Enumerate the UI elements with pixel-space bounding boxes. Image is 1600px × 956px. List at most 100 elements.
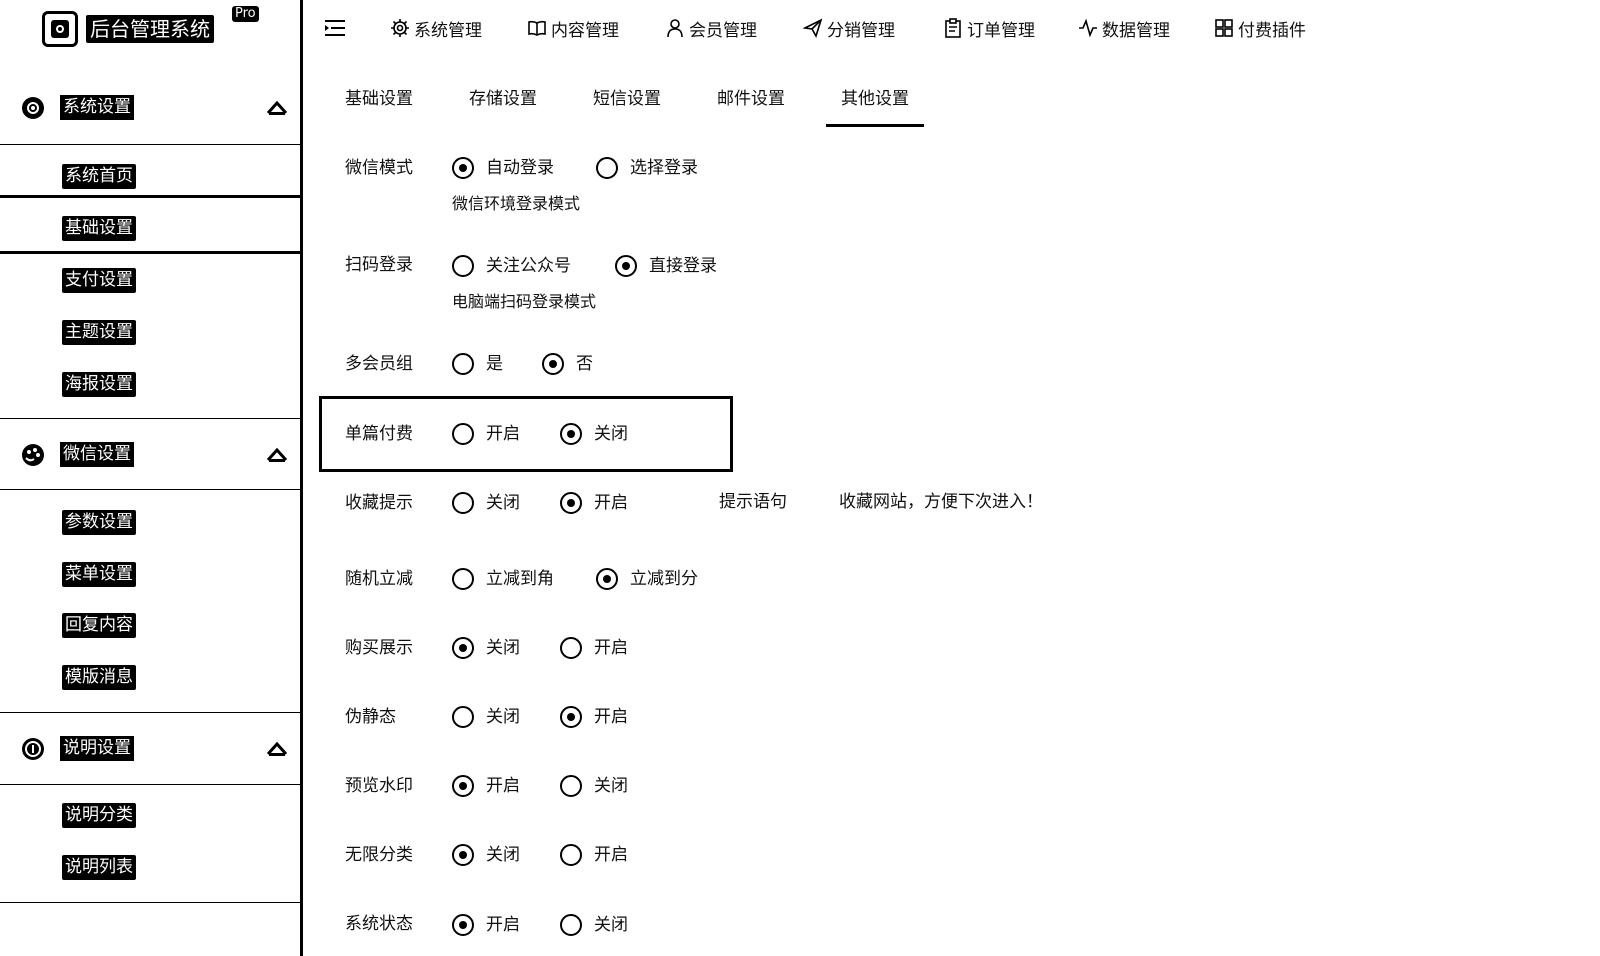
radio-unchecked-icon bbox=[452, 423, 474, 445]
radio-checked-icon bbox=[560, 706, 582, 728]
radio-checked-icon bbox=[452, 914, 474, 936]
sidebar-item-params[interactable]: 参数设置 bbox=[62, 510, 136, 535]
sidebar-group-wechat[interactable]: 微信设置 bbox=[0, 420, 300, 490]
tab-email[interactable]: 邮件设置 bbox=[717, 86, 785, 112]
fav-tip-text-value[interactable]: 收藏网站，方便下次进入！ bbox=[839, 490, 1043, 514]
nav-system-management[interactable]: 系统管理 bbox=[390, 14, 482, 42]
pro-badge: Pro bbox=[232, 6, 259, 22]
sidebar-item-basic-settings[interactable]: 基础设置 bbox=[62, 216, 136, 241]
multi-group-label: 多会员组 bbox=[345, 354, 413, 374]
sidebar: 后台管理系统 Pro 系统设置 系统首页 基础设置 支付设置 主题设置 海报设置… bbox=[0, 0, 303, 956]
radio-label: 开启 bbox=[486, 424, 520, 444]
multi-group-yes-radio[interactable]: 是 bbox=[452, 352, 503, 376]
sidebar-group-label: 微信设置 bbox=[60, 442, 134, 467]
nav-label: 付费插件 bbox=[1238, 20, 1306, 41]
radio-label: 关闭 bbox=[486, 707, 520, 727]
pseudo-static-on-radio[interactable]: 开启 bbox=[560, 705, 628, 729]
tab-storage[interactable]: 存储设置 bbox=[469, 86, 537, 112]
chevron-up-icon[interactable] bbox=[266, 98, 288, 118]
fav-tip-text-label: 提示语句 bbox=[719, 492, 787, 512]
random-discount-fen-radio[interactable]: 立减到分 bbox=[596, 567, 698, 591]
radio-label: 否 bbox=[576, 354, 593, 374]
nav-order-management[interactable]: 订单管理 bbox=[943, 14, 1035, 42]
tab-sms[interactable]: 短信设置 bbox=[593, 86, 661, 112]
nav-label: 数据管理 bbox=[1102, 20, 1170, 41]
radio-checked-icon bbox=[560, 492, 582, 514]
tab-other[interactable]: 其他设置 bbox=[841, 86, 909, 112]
radio-label: 立减到分 bbox=[630, 569, 698, 589]
fav-tip-label: 收藏提示 bbox=[345, 493, 413, 513]
purchase-display-on-radio[interactable]: 开启 bbox=[560, 636, 628, 660]
sidebar-group-instructions[interactable]: 说明设置 bbox=[0, 714, 300, 784]
tab-basic[interactable]: 基础设置 bbox=[345, 86, 413, 112]
radio-checked-icon bbox=[452, 775, 474, 797]
divider bbox=[0, 902, 300, 903]
menu-toggle-icon[interactable] bbox=[323, 16, 347, 40]
system-status-off-radio[interactable]: 关闭 bbox=[560, 913, 628, 937]
scan-login-follow-radio[interactable]: 关注公众号 bbox=[452, 254, 571, 278]
single-pay-on-radio[interactable]: 开启 bbox=[452, 422, 520, 446]
nav-member-management[interactable]: 会员管理 bbox=[665, 14, 757, 42]
pseudo-static-off-radio[interactable]: 关闭 bbox=[452, 705, 520, 729]
radio-unchecked-icon bbox=[560, 637, 582, 659]
radio-label: 关闭 bbox=[486, 493, 520, 513]
logo: 后台管理系统 bbox=[42, 8, 214, 50]
divider bbox=[0, 418, 300, 419]
random-discount-jiao-radio[interactable]: 立减到角 bbox=[452, 567, 554, 591]
radio-label: 直接登录 bbox=[649, 256, 717, 276]
sidebar-item-instruction-list[interactable]: 说明列表 bbox=[62, 855, 136, 880]
radio-unchecked-icon bbox=[452, 255, 474, 277]
sidebar-item-reply[interactable]: 回复内容 bbox=[62, 613, 136, 638]
system-status-on-radio[interactable]: 开启 bbox=[452, 913, 520, 937]
radio-checked-icon bbox=[452, 637, 474, 659]
active-item-indicator bbox=[0, 195, 300, 254]
nav-distribution-management[interactable]: 分销管理 bbox=[803, 14, 895, 42]
fav-tip-off-radio[interactable]: 关闭 bbox=[452, 491, 520, 515]
radio-checked-icon bbox=[596, 568, 618, 590]
sidebar-item-theme-settings[interactable]: 主题设置 bbox=[62, 320, 136, 345]
wechat-mode-select-radio[interactable]: 选择登录 bbox=[596, 156, 698, 180]
sidebar-item-payment-settings[interactable]: 支付设置 bbox=[62, 268, 136, 293]
gear-icon bbox=[391, 19, 409, 37]
single-pay-label: 单篇付费 bbox=[345, 424, 413, 444]
wechat-mode-auto-radio[interactable]: 自动登录 bbox=[452, 156, 554, 180]
radio-label: 是 bbox=[486, 354, 503, 374]
preview-watermark-off-radio[interactable]: 关闭 bbox=[560, 774, 628, 798]
system-status-label: 系统状态 bbox=[345, 914, 413, 934]
info-icon bbox=[22, 738, 44, 760]
chevron-up-icon[interactable] bbox=[266, 445, 288, 465]
sidebar-item-template-msg[interactable]: 模版消息 bbox=[62, 665, 136, 690]
wechat-mode-label: 微信模式 bbox=[345, 158, 413, 178]
sidebar-item-system-home[interactable]: 系统首页 bbox=[62, 164, 136, 189]
purchase-display-off-radio[interactable]: 关闭 bbox=[452, 636, 520, 660]
radio-unchecked-icon bbox=[452, 706, 474, 728]
radio-unchecked-icon bbox=[560, 914, 582, 936]
radio-checked-icon bbox=[542, 353, 564, 375]
sidebar-item-instruction-category[interactable]: 说明分类 bbox=[62, 803, 136, 828]
unlimited-category-label: 无限分类 bbox=[345, 845, 413, 865]
radio-label: 立减到角 bbox=[486, 569, 554, 589]
chevron-up-icon[interactable] bbox=[266, 739, 288, 759]
palette-icon bbox=[22, 444, 44, 466]
logo-icon bbox=[42, 11, 78, 47]
unlimited-category-on-radio[interactable]: 开启 bbox=[560, 843, 628, 867]
nav-content-management[interactable]: 内容管理 bbox=[527, 14, 619, 42]
divider bbox=[0, 489, 300, 490]
scan-login-direct-radio[interactable]: 直接登录 bbox=[615, 254, 717, 278]
sidebar-item-poster-settings[interactable]: 海报设置 bbox=[62, 372, 136, 397]
sidebar-item-menu[interactable]: 菜单设置 bbox=[62, 562, 136, 587]
purchase-display-label: 购买展示 bbox=[345, 638, 413, 658]
nav-label: 分销管理 bbox=[827, 20, 895, 41]
nav-label: 订单管理 bbox=[967, 20, 1035, 41]
radio-checked-icon bbox=[560, 423, 582, 445]
multi-group-no-radio[interactable]: 否 bbox=[542, 352, 593, 376]
radio-unchecked-icon bbox=[452, 353, 474, 375]
single-pay-off-radio[interactable]: 关闭 bbox=[560, 422, 628, 446]
preview-watermark-label: 预览水印 bbox=[345, 776, 413, 796]
fav-tip-on-radio[interactable]: 开启 bbox=[560, 491, 628, 515]
unlimited-category-off-radio[interactable]: 关闭 bbox=[452, 843, 520, 867]
nav-data-management[interactable]: 数据管理 bbox=[1078, 14, 1170, 42]
preview-watermark-on-radio[interactable]: 开启 bbox=[452, 774, 520, 798]
sidebar-group-system[interactable]: 系统设置 bbox=[0, 73, 300, 143]
nav-paid-plugins[interactable]: 付费插件 bbox=[1214, 14, 1306, 42]
